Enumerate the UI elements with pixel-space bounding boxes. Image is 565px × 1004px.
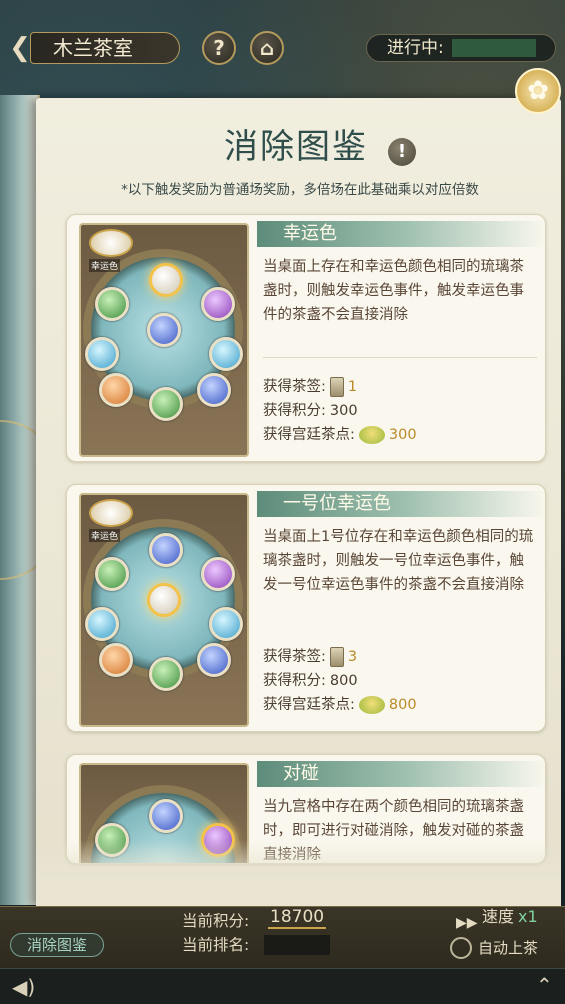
card-title: 对碰 [257, 761, 545, 787]
card-title: 幸运色 [257, 221, 545, 247]
reward-tea-tag: 获得茶签: 3 [263, 645, 357, 669]
tea-tag-icon [329, 647, 344, 667]
chevron-up-icon[interactable]: ⌃ [536, 973, 553, 997]
tea-board [83, 249, 243, 421]
tea-board [83, 519, 243, 691]
first-position-board-image: 幸运色 [79, 493, 249, 727]
status-redacted [452, 39, 536, 57]
reward-label: 获得宫廷茶点: [263, 697, 355, 713]
current-score-label: 当前积分: [182, 912, 250, 930]
auto-serve-button[interactable]: 自动上茶 [446, 935, 560, 961]
cup [149, 657, 183, 691]
card-description: 当桌面上1号位存在和幸运色颜色相同的琉璃茶盏时，则触发一号位幸运色事件，触发一号… [263, 529, 534, 593]
cup [197, 643, 231, 677]
current-score-value: 18700 [268, 907, 327, 929]
cup [201, 557, 235, 591]
info-icon[interactable]: ! [388, 138, 416, 166]
tea-tag-icon [329, 377, 344, 397]
reward-label: 获得茶签: [263, 379, 326, 395]
reward-snack: 获得宫廷茶点: 800 [263, 693, 417, 717]
speed-value: x1 [518, 907, 538, 926]
cup [149, 387, 183, 421]
cup [85, 607, 119, 641]
tea-snack-icon [358, 426, 385, 444]
tea-snack-icon [358, 696, 385, 714]
card-lucky-color: 幸运色 幸运色 当桌面上存在和幸运色颜色相同的琉璃茶盏时，则触发幸运色事件，触发… [66, 214, 546, 462]
speaker-icon[interactable]: ◀) [12, 975, 35, 999]
current-rank-label: 当前排名: [182, 936, 250, 954]
help-button[interactable]: ? [202, 31, 236, 65]
subtitle-note: *以下触发奖励为普通场奖励，多倍场在此基础乘以对应倍数 [121, 182, 479, 198]
bottom-bar: ◀) ⌃ [0, 968, 565, 1004]
card-description: 当桌面上存在和幸运色颜色相同的琉璃茶盏时，则触发幸运色事件，触发幸运色事件的茶盏… [263, 259, 524, 323]
fast-forward-icon: ▶▶ [456, 915, 478, 931]
lucky-color-tag-label: 幸运色 [89, 259, 121, 272]
top-bar: ❮ 木兰茶室 ? ⌂ 进行中: [0, 28, 565, 68]
page-title: 消除图鉴 [224, 127, 368, 167]
toggle-ring-icon [450, 937, 472, 959]
reward-score: 获得积分: 800 [263, 669, 358, 693]
reward-value: 3 [347, 649, 358, 665]
gallery-button[interactable]: 消除图鉴 [10, 933, 104, 957]
reward-label: 获得宫廷茶点: [263, 427, 355, 443]
scroll-fade [36, 840, 561, 908]
reward-score: 获得积分: 300 [263, 399, 358, 423]
lucky-color-board-image: 幸运色 [79, 223, 249, 457]
home-icon[interactable]: ⌂ [250, 31, 284, 65]
cup [209, 337, 243, 371]
cup [201, 287, 235, 321]
card-title: 一号位幸运色 [257, 491, 545, 517]
reward-value: 300 [329, 403, 358, 419]
flower-icon[interactable]: ✿ [515, 68, 561, 114]
cup-highlight [147, 583, 181, 617]
reward-value: 300 [388, 427, 417, 443]
cup [99, 643, 133, 677]
cup [95, 557, 129, 591]
lucky-color-tag-label: 幸运色 [89, 529, 121, 542]
divider [263, 357, 537, 358]
cup [149, 799, 183, 833]
rank-redacted [264, 935, 330, 955]
room-title: 木兰茶室 [30, 32, 180, 64]
cup [209, 607, 243, 641]
lucky-color-tag [89, 499, 133, 527]
cup [85, 337, 119, 371]
speed-button[interactable]: ▶▶ 速度 x1 [450, 903, 560, 931]
reward-value: 800 [329, 673, 358, 689]
speed-label: 速度 [482, 907, 515, 926]
cup-highlight [149, 263, 183, 297]
cup [197, 373, 231, 407]
reward-value: 800 [388, 697, 417, 713]
card-first-position-lucky-color: 幸运色 一号位幸运色 当桌面上1号位存在和幸运色颜色相同的琉璃茶盏时，则触发一号… [66, 484, 546, 732]
cup [99, 373, 133, 407]
reward-value: 1 [347, 379, 358, 395]
reward-tea-tag: 获得茶签: 1 [263, 375, 357, 399]
reward-snack: 获得宫廷茶点: 300 [263, 423, 417, 447]
reward-label: 获得茶签: [263, 649, 326, 665]
reward-label: 获得积分: [263, 403, 326, 419]
lucky-color-tag [89, 229, 133, 257]
cup-center [147, 313, 181, 347]
auto-serve-label: 自动上茶 [478, 939, 539, 957]
cup [95, 287, 129, 321]
cup [149, 533, 183, 567]
reward-label: 获得积分: [263, 673, 326, 689]
